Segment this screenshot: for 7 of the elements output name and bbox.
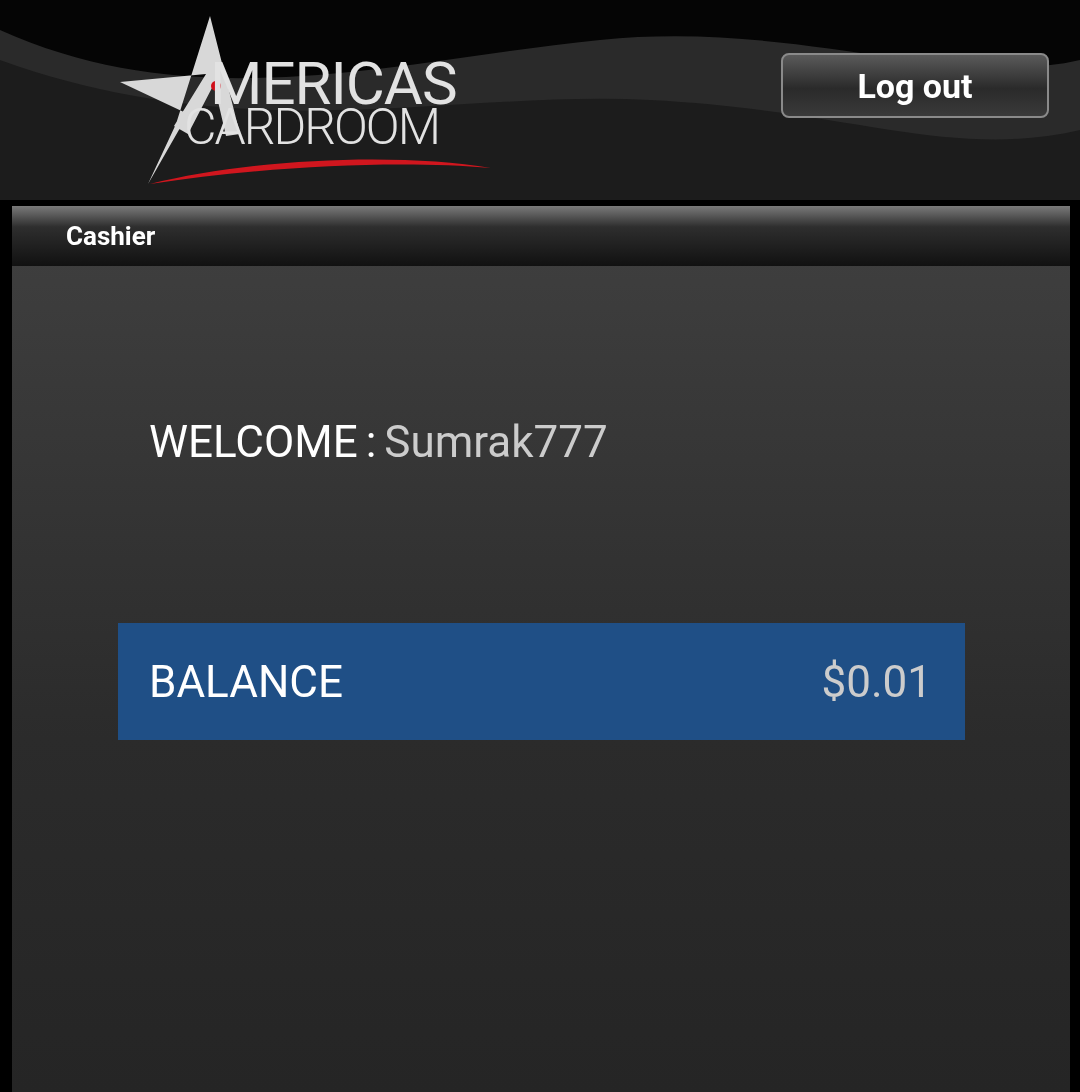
panel-title: Cashier bbox=[66, 221, 156, 251]
separator: : bbox=[365, 416, 377, 468]
welcome-label: WELCOME bbox=[149, 416, 358, 468]
balance-amount: $0.01 bbox=[821, 655, 932, 708]
balance-label: BALANCE bbox=[149, 655, 343, 708]
username: Sumrak777 bbox=[384, 416, 608, 468]
logout-button[interactable]: Log out bbox=[781, 53, 1049, 118]
